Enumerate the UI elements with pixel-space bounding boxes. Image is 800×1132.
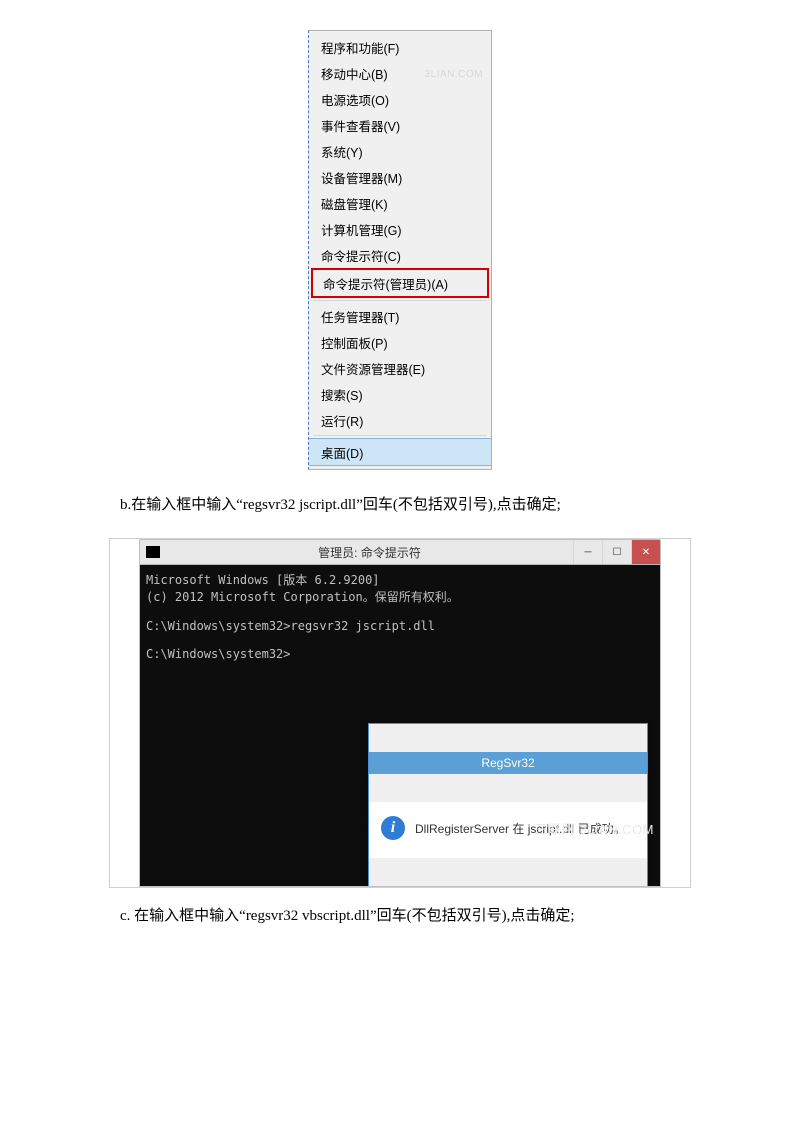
menu-item-run[interactable]: 运行(R) — [309, 407, 491, 433]
menu-highlight-box: 命令提示符(管理员)(A) — [311, 268, 489, 298]
winx-menu: 3LIAN.COM 程序和功能(F) 移动中心(B) 电源选项(O) 事件查看器… — [308, 30, 492, 470]
menu-item-eventviewer[interactable]: 事件查看器(V) — [309, 112, 491, 138]
menu-item-power[interactable]: 电源选项(O) — [309, 86, 491, 112]
menu-item-devicemgr[interactable]: 设备管理器(M) — [309, 164, 491, 190]
console-watermark: 三联网 3LIAN.COM — [535, 819, 654, 838]
cmd-figure: 管理员: 命令提示符 ─ ☐ ✕ Microsoft Windows [版本 6… — [110, 539, 690, 887]
close-button[interactable]: ✕ — [631, 540, 660, 564]
dialog-title: RegSvr32 — [369, 752, 647, 774]
cmd-line-3: C:\Windows\system32>regsvr32 jscript.dll — [146, 619, 435, 633]
cmd-window: 管理员: 命令提示符 ─ ☐ ✕ Microsoft Windows [版本 6… — [139, 539, 661, 887]
menu-item-compmgmt[interactable]: 计算机管理(G) — [309, 216, 491, 242]
menu-item-mobility[interactable]: 移动中心(B) — [309, 60, 491, 86]
menu-item-system[interactable]: 系统(Y) — [309, 138, 491, 164]
menu-item-search[interactable]: 搜索(S) — [309, 381, 491, 407]
maximize-button[interactable]: ☐ — [602, 540, 631, 564]
cmd-line-4: C:\Windows\system32> — [146, 647, 291, 661]
menu-separator — [313, 300, 487, 301]
minimize-button[interactable]: ─ — [573, 540, 602, 564]
cmd-line-1: Microsoft Windows [版本 6.2.9200] — [146, 573, 380, 587]
menu-separator-2 — [313, 435, 487, 436]
cmd-title: 管理员: 命令提示符 — [166, 544, 573, 561]
menu-item-taskmgr[interactable]: 任务管理器(T) — [309, 303, 491, 329]
menu-item-controlpanel[interactable]: 控制面板(P) — [309, 329, 491, 355]
cmd-line-2: (c) 2012 Microsoft Corporation。保留所有权利。 — [146, 590, 459, 604]
cmd-titlebar: 管理员: 命令提示符 ─ ☐ ✕ — [140, 540, 660, 565]
cmd-output: Microsoft Windows [版本 6.2.9200] (c) 2012… — [140, 565, 660, 886]
menu-item-diskmgmt[interactable]: 磁盘管理(K) — [309, 190, 491, 216]
menu-item-cmd[interactable]: 命令提示符(C) — [309, 242, 491, 268]
cmd-icon — [146, 546, 160, 558]
menu-item-desktop[interactable]: 桌面(D) — [309, 438, 491, 466]
step-c-text: c. 在输入框中输入“regsvr32 vbscript.dll”回车(不包括双… — [90, 903, 710, 930]
menu-item-programs[interactable]: 程序和功能(F) — [309, 34, 491, 60]
regsvr32-dialog: RegSvr32 i DllRegisterServer 在 jscript.d… — [368, 723, 648, 887]
menu-item-explorer[interactable]: 文件资源管理器(E) — [309, 355, 491, 381]
context-menu-figure: 3LIAN.COM 程序和功能(F) 移动中心(B) 电源选项(O) 事件查看器… — [90, 30, 710, 470]
menu-item-cmd-admin[interactable]: 命令提示符(管理员)(A) — [313, 270, 487, 296]
info-icon: i — [381, 816, 405, 840]
step-b-text: b.在输入框中输入“regsvr32 jscript.dll”回车(不包括双引号… — [90, 492, 710, 519]
